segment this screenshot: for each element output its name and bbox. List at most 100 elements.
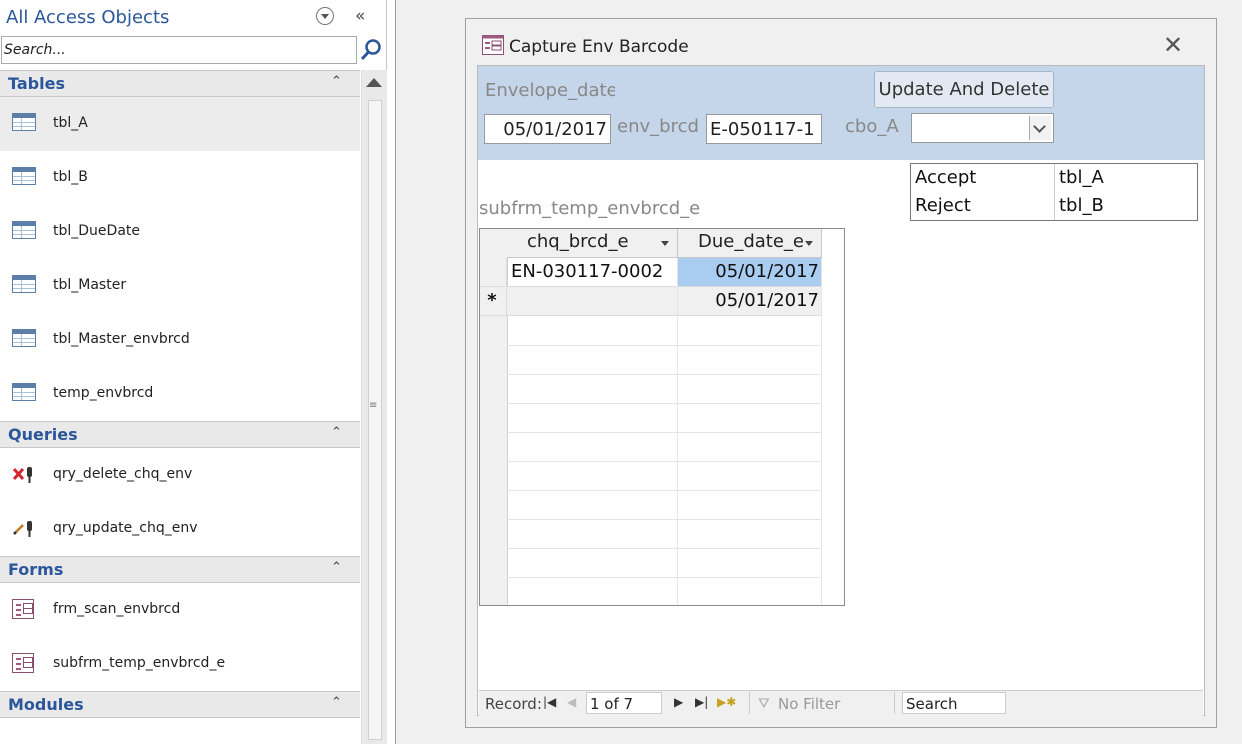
cbo-a-dropdown-list: Accept tbl_A Reject tbl_B — [910, 163, 1198, 221]
subform-label: subfrm_temp_envbrcd_e — [479, 198, 701, 219]
nav-item-subfrm-temp-envbrcd-e[interactable]: subfrm_temp_envbrcd_e — [0, 637, 360, 691]
form-title: Capture Env Barcode — [509, 37, 689, 57]
collapse-group-icon[interactable]: ⌃ — [331, 74, 342, 89]
nav-title[interactable]: All Access Objects — [6, 7, 169, 28]
nav-item-qry-update-chq-env[interactable]: qry_update_chq_env — [0, 502, 360, 556]
env-brcd-field[interactable]: E-050117-1 — [706, 114, 822, 144]
nav-item-temp-envbrcd[interactable]: temp_envbrcd — [0, 367, 360, 421]
new-record-icon[interactable]: ▶✱ — [717, 695, 736, 709]
table-icon — [12, 329, 36, 347]
grid-line — [507, 577, 822, 578]
grid-line — [507, 374, 822, 375]
grid-line — [507, 490, 822, 491]
column-header-label: Due_date_e — [698, 231, 805, 252]
grid-line — [507, 519, 822, 520]
group-header-tables[interactable]: Tables ⌃ — [0, 70, 360, 97]
column-header-due-date-e[interactable]: Due_date_e — [678, 229, 822, 258]
collapse-group-icon[interactable]: ⌃ — [331, 695, 342, 710]
grid-line — [507, 548, 822, 549]
record-search-input[interactable]: Search — [902, 692, 1006, 714]
previous-record-icon[interactable]: ◀ — [567, 695, 576, 709]
form-icon — [12, 599, 34, 619]
nav-item-label: qry_delete_chq_env — [53, 466, 193, 482]
scroll-up-arrow-icon[interactable] — [366, 78, 382, 87]
nav-item-label: tbl_Master — [53, 277, 127, 293]
nav-item-tbl-master[interactable]: tbl_Master — [0, 259, 360, 313]
nav-item-label: tbl_A — [53, 115, 88, 131]
cell-due-date-e-new[interactable]: 05/01/2017 — [678, 287, 822, 316]
table-icon — [12, 167, 36, 185]
nav-object-list: Tables ⌃ tbl_A tbl_B tbl_DueDate tbl_Mas… — [0, 70, 360, 744]
update-query-icon — [13, 521, 32, 537]
table-icon — [12, 113, 36, 131]
chevron-down-icon[interactable] — [1029, 116, 1051, 140]
last-record-icon[interactable]: ▶| — [695, 695, 708, 709]
cell-due-date-e[interactable]: 05/01/2017 — [678, 258, 822, 287]
nav-item-tbl-a[interactable]: tbl_A — [0, 97, 360, 151]
form-icon — [482, 35, 504, 55]
nav-item-tbl-duedate[interactable]: tbl_DueDate — [0, 205, 360, 259]
group-title: Tables — [8, 74, 65, 93]
filter-indicator[interactable]: ⛛ No Filter — [749, 692, 895, 714]
pane-splitter[interactable] — [387, 0, 396, 744]
env-brcd-label: env_brcd — [617, 116, 699, 137]
table-icon — [12, 275, 36, 293]
first-record-icon[interactable]: |◀ — [543, 695, 556, 709]
record-selector[interactable] — [480, 258, 507, 287]
close-icon[interactable]: ✕ — [1163, 33, 1183, 57]
form-titlebar[interactable]: Capture Env Barcode ✕ — [466, 19, 1216, 65]
nav-item-label: frm_scan_envbrcd — [53, 601, 181, 617]
next-record-icon[interactable]: ▶ — [674, 695, 683, 709]
group-header-forms[interactable]: Forms ⌃ — [0, 556, 360, 583]
dropdown-option-reject[interactable]: Reject tbl_B — [911, 192, 1197, 220]
envelope-date-field[interactable]: 05/01/2017 — [484, 114, 611, 144]
group-header-modules[interactable]: Modules ⌃ — [0, 691, 360, 718]
dropdown-option-accept[interactable]: Accept tbl_A — [911, 164, 1197, 192]
option-value: Reject — [915, 195, 971, 216]
nav-item-qry-delete-chq-env[interactable]: qry_delete_chq_env — [0, 448, 360, 502]
nav-menu-dropdown-icon[interactable] — [316, 7, 334, 25]
collapse-group-icon[interactable]: ⌃ — [331, 425, 342, 440]
nav-search-input[interactable]: Search... — [1, 36, 357, 64]
form-icon — [12, 653, 34, 673]
grid-line — [507, 345, 822, 346]
update-and-delete-button[interactable]: Update And Delete — [874, 71, 1054, 108]
subform-datasheet: chq_brcd_e Due_date_e EN-030117-0002 05/… — [479, 228, 845, 606]
nav-header: All Access Objects « — [0, 0, 386, 36]
cbo-a-combobox[interactable] — [911, 113, 1054, 143]
group-title: Queries — [8, 425, 78, 444]
nav-item-label: tbl_B — [53, 169, 88, 185]
option-table: tbl_A — [1059, 167, 1104, 188]
sort-filter-arrow-icon[interactable] — [805, 241, 813, 246]
filter-label: No Filter — [778, 695, 841, 713]
nav-item-label: subfrm_temp_envbrcd_e — [53, 655, 226, 671]
grid-line — [507, 432, 822, 433]
group-header-queries[interactable]: Queries ⌃ — [0, 421, 360, 448]
scroll-thumb[interactable] — [368, 100, 382, 740]
column-header-chq-brcd-e[interactable]: chq_brcd_e — [507, 229, 678, 258]
cbo-a-label: cbo_A — [845, 116, 899, 137]
new-record-marker-icon[interactable]: * — [480, 287, 507, 316]
option-value: Accept — [915, 167, 977, 188]
cell-chq-brcd-e[interactable]: EN-030117-0002 — [507, 258, 678, 287]
record-label: Record: — [485, 695, 542, 713]
sort-filter-arrow-icon[interactable] — [661, 241, 669, 246]
form-window: Capture Env Barcode ✕ Envelope_date Upda… — [465, 18, 1217, 728]
search-icon[interactable] — [360, 38, 382, 62]
nav-item-label: temp_envbrcd — [53, 385, 154, 401]
group-title: Forms — [8, 560, 64, 579]
collapse-pane-icon[interactable]: « — [355, 6, 366, 26]
nav-item-label: qry_update_chq_env — [53, 520, 198, 536]
option-table: tbl_B — [1059, 195, 1104, 216]
nav-item-tbl-master-envbrcd[interactable]: tbl_Master_envbrcd — [0, 313, 360, 367]
nav-item-frm-scan-envbrcd[interactable]: frm_scan_envbrcd — [0, 583, 360, 637]
grid-line — [677, 258, 678, 605]
nav-item-tbl-b[interactable]: tbl_B — [0, 151, 360, 205]
nav-scrollbar[interactable]: ≡ — [361, 70, 387, 744]
grid-line — [821, 258, 822, 605]
current-record-input[interactable]: 1 of 7 — [586, 692, 662, 714]
delete-query-icon — [12, 467, 32, 483]
group-title: Modules — [8, 695, 84, 714]
collapse-group-icon[interactable]: ⌃ — [331, 560, 342, 575]
cell-chq-brcd-e-new[interactable] — [507, 287, 678, 316]
